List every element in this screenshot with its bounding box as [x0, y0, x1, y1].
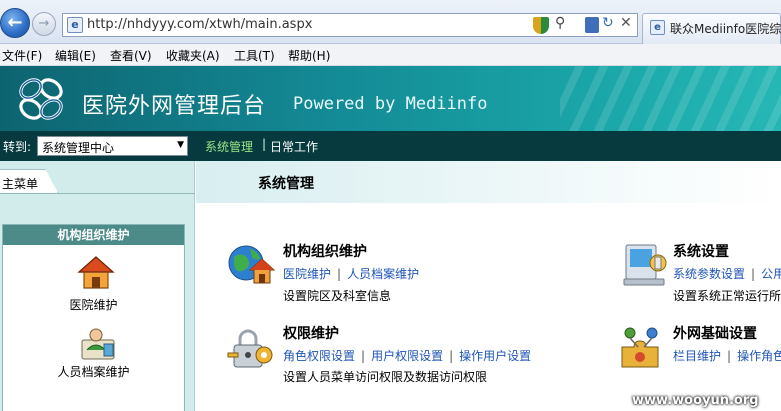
sidebar: 主菜单 机构组织维护 医院维护 人员档案维护: [0, 161, 195, 411]
main-content: 系统管理 机构组织维护 医院维护 | 人员档案维护 设置院区及科室信息 系统设置 系…: [196, 161, 781, 411]
module-title-web-base[interactable]: 外网基础设置: [673, 323, 757, 343]
goto-select-value: 系统管理中心: [42, 141, 115, 155]
menu-edit[interactable]: 编辑(E): [55, 47, 96, 64]
module-title-permissions[interactable]: 权限维护: [283, 323, 339, 343]
compatibility-view-icon[interactable]: [585, 17, 599, 33]
header-decoration: [560, 66, 781, 131]
lock-key-icon[interactable]: [226, 325, 278, 373]
search-icon[interactable]: ⚲: [555, 15, 565, 31]
back-button[interactable]: ←: [0, 8, 30, 38]
module-title-org[interactable]: 机构组织维护: [283, 241, 367, 261]
url-text[interactable]: http://nhdyyy.com/xtwh/main.aspx: [87, 17, 312, 32]
security-shield-icon[interactable]: [533, 17, 549, 34]
app-header: 医院外网管理后台 Powered by Mediinfo: [0, 66, 781, 131]
sidebar-panel: 机构组织维护 医院维护 人员档案维护: [2, 224, 185, 411]
menu-file[interactable]: 文件(F): [2, 47, 42, 64]
sidebar-item-staff[interactable]: 人员档案维护: [3, 363, 184, 380]
stop-icon[interactable]: ✕: [620, 15, 632, 31]
tab-favicon-icon: e: [650, 20, 665, 35]
menu-bar: 文件(F) 编辑(E) 查看(V) 收藏夹(A) 工具(T) 帮助(H): [0, 44, 781, 66]
address-bar-area: ← → e http://nhdyyy.com/xtwh/main.aspx ⚲…: [0, 0, 781, 44]
module-links-permissions: 角色权限设置 | 用户权限设置 | 操作用户设置: [283, 349, 532, 363]
module-desc-permissions: 设置人员菜单访问权限及数据访问权限: [283, 370, 488, 384]
link-user-permissions[interactable]: 用户权限设置: [371, 349, 443, 363]
sidebar-tab[interactable]: 主菜单: [0, 169, 58, 193]
page-title: 系统管理: [258, 176, 314, 192]
nav-separator: |: [262, 137, 267, 151]
menu-favorites[interactable]: 收藏夹(A): [166, 47, 220, 64]
module-links-org: 医院维护 | 人员档案维护: [283, 267, 420, 281]
sidebar-panel-title: 机构组织维护: [3, 225, 184, 245]
nav-strip: 转到: 系统管理中心 ▼ 系统管理 | 日常工作: [0, 131, 781, 161]
tab-title: 联众Mediinfo医院综...: [670, 22, 781, 36]
main-header-band: 系统管理: [196, 161, 781, 203]
forward-button[interactable]: →: [32, 12, 56, 36]
staff-record-icon[interactable]: [78, 326, 118, 362]
watermark: www.wooyun.org: [632, 393, 759, 408]
link-role-permissions[interactable]: 角色权限设置: [283, 349, 355, 363]
sidebar-item-hospital[interactable]: 医院维护: [3, 296, 184, 313]
nav-link-daily[interactable]: 日常工作: [270, 138, 318, 155]
goto-label: 转到:: [3, 140, 32, 154]
chevron-down-icon[interactable]: ▼: [177, 140, 184, 150]
browser-tab[interactable]: e 联众Mediinfo医院综...: [642, 13, 781, 44]
logo-icon: [19, 78, 63, 120]
link-operator-settings[interactable]: 操作用户设置: [459, 349, 531, 363]
module-links-web-base: 栏目维护 | 操作角色: [673, 347, 781, 364]
goto-select[interactable]: 系统管理中心 ▼: [37, 136, 188, 156]
computer-settings-icon[interactable]: [620, 241, 672, 289]
app-powered-by: Powered by Mediinfo: [293, 94, 488, 114]
module-desc-org: 设置院区及科室信息: [283, 289, 392, 303]
link-system-params[interactable]: 系统参数设置: [673, 267, 745, 281]
sidebar-tab-label: 主菜单: [2, 177, 39, 191]
menu-help[interactable]: 帮助(H): [288, 47, 330, 64]
module-links-settings: 系统参数设置 | 公用: [673, 265, 781, 282]
module-title-settings[interactable]: 系统设置: [673, 241, 729, 261]
link-column-maintenance[interactable]: 栏目维护: [673, 349, 721, 363]
app-title: 医院外网管理后台: [82, 94, 267, 119]
refresh-icon[interactable]: ↻: [602, 15, 614, 31]
puzzle-network-icon[interactable]: [616, 325, 668, 373]
globe-house-icon[interactable]: [226, 241, 278, 289]
page-favicon-icon: e: [67, 17, 83, 33]
nav-link-system[interactable]: 系统管理: [205, 138, 253, 155]
browser-window: ← → e http://nhdyyy.com/xtwh/main.aspx ⚲…: [0, 0, 781, 411]
link-public[interactable]: 公用: [761, 267, 781, 281]
menu-tools[interactable]: 工具(T): [234, 47, 275, 64]
module-desc-settings: 设置系统正常运行所: [673, 289, 781, 303]
link-operator-roles[interactable]: 操作角色: [737, 349, 781, 363]
menu-view[interactable]: 查看(V): [110, 47, 152, 64]
sidebar-divider: [0, 193, 195, 194]
house-icon[interactable]: [76, 255, 116, 291]
link-staff-records[interactable]: 人员档案维护: [347, 267, 419, 281]
link-hospital-maintenance[interactable]: 医院维护: [283, 267, 331, 281]
address-input[interactable]: e http://nhdyyy.com/xtwh/main.aspx ⚲ ↻ ✕: [62, 13, 638, 37]
